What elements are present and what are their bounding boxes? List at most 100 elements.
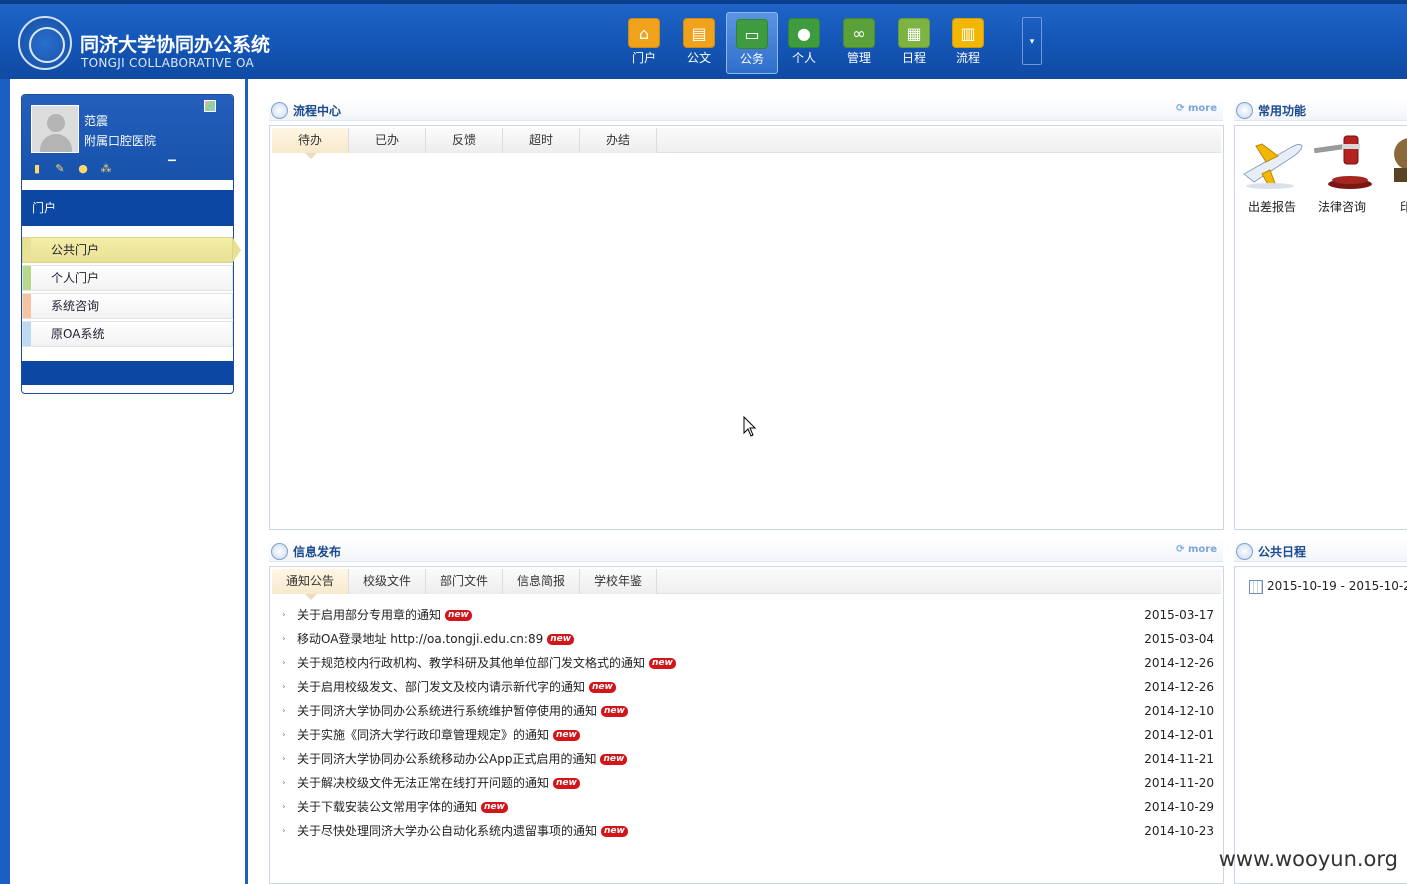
tab-completed[interactable]: 办结 <box>580 128 657 153</box>
tab-todo[interactable]: 待办 <box>272 128 349 159</box>
portal-section-title: 门户 <box>22 190 233 226</box>
sidebar-item-label: 公共门户 <box>51 243 100 257</box>
tab-notices[interactable]: 通知公告 <box>272 569 349 600</box>
home-icon: ⌂ <box>628 18 660 48</box>
avatar[interactable] <box>31 105 79 153</box>
notice-date: 2014-11-21 <box>1144 752 1214 766</box>
list-item[interactable]: › 关于尽快处理同济大学办公自动化系统内遗留事项的通知 new 2014-10-23 <box>282 819 1214 843</box>
nav-personal[interactable]: ● 个人 <box>778 12 830 74</box>
nav-more-dropdown[interactable]: ▾ <box>1022 17 1042 65</box>
new-badge: new <box>553 778 580 789</box>
function-label: 法律咨询 <box>1317 200 1366 214</box>
sidebar: 范震 附属口腔医院 ▮ ✎ ● ⁂ ▔ 门户 公共门户 个人门户 系统咨询 原O… <box>0 79 248 884</box>
theme-switch-icon[interactable] <box>204 100 216 112</box>
notice-date: 2015-03-04 <box>1144 632 1214 646</box>
nav-documents[interactable]: ▤ 公文 <box>673 12 725 74</box>
nav-workflow[interactable]: ▥ 流程 <box>942 12 994 74</box>
info-tabs: 通知公告 校级文件 部门文件 信息简报 学校年鉴 <box>272 569 1221 600</box>
functions-panel-title: 常用功能 <box>1258 104 1307 118</box>
notice-title[interactable]: 关于同济大学协同办公系统移动办公App正式启用的通知 <box>297 752 596 766</box>
notice-title[interactable]: 关于同济大学协同办公系统进行系统维护暂停使用的通知 <box>297 704 597 718</box>
sidebar-item-public-portal[interactable]: 公共门户 <box>22 237 241 263</box>
sidebar-item-personal-portal[interactable]: 个人门户 <box>22 265 233 291</box>
user-profile-card: 范震 附属口腔医院 ▮ ✎ ● ⁂ ▔ 门户 公共门户 个人门户 系统咨询 原O… <box>21 94 241 394</box>
calendar-icon <box>1249 579 1263 594</box>
notice-date: 2014-12-26 <box>1144 680 1214 694</box>
notice-date: 2014-12-10 <box>1144 704 1214 718</box>
book-icon[interactable]: ▮ <box>30 162 44 175</box>
function-travel-report[interactable]: 出差报告 <box>1237 130 1307 215</box>
note-edit-icon[interactable]: ✎ <box>53 162 67 175</box>
schedule-panel: 2015-10-19 - 2015-10-2 <box>1234 566 1407 884</box>
schedule-panel-header: 公共日程 <box>1234 540 1407 562</box>
new-badge: new <box>601 706 628 717</box>
info-more-link[interactable]: ⟳ more <box>1176 544 1217 555</box>
list-item[interactable]: › 关于启用部分专用章的通知 new 2015-03-17 <box>282 603 1214 627</box>
notice-title[interactable]: 关于尽快处理同济大学办公自动化系统内遗留事项的通知 <box>297 824 597 838</box>
chevron-down-icon: ▾ <box>1029 37 1035 47</box>
notice-date: 2014-12-26 <box>1144 656 1214 670</box>
list-item[interactable]: › 关于下载安装公文常用字体的通知 new 2014-10-29 <box>282 795 1214 819</box>
schedule-date-range: 2015-10-19 - 2015-10-2 <box>1267 579 1407 593</box>
top-header: 同济大学协同办公系统 TONGJI COLLABORATIVE OA ⌂ 门户 … <box>0 0 1407 79</box>
functions-panel: 出差报告 法律咨询 印鉴 <box>1234 125 1407 530</box>
profile-header: 范震 附属口腔医院 ▮ ✎ ● ⁂ ▔ <box>22 95 233 180</box>
list-item[interactable]: › 关于规范校内行政机构、教学科研及其他单位部门发文格式的通知 new 2014-12… <box>282 651 1214 675</box>
bullet-icon: › <box>282 778 286 788</box>
nav-official-affairs[interactable]: ▭ 公务 <box>726 12 778 74</box>
tab-briefings[interactable]: 信息简报 <box>503 569 580 594</box>
notice-title[interactable]: 关于下载安装公文常用字体的通知 <box>297 800 477 814</box>
tab-yearbook[interactable]: 学校年鉴 <box>580 569 657 594</box>
tab-done[interactable]: 已办 <box>349 128 426 153</box>
brand-subtitle: TONGJI COLLABORATIVE OA <box>81 56 255 70</box>
workflow-more-link[interactable]: ⟳ more <box>1176 103 1217 114</box>
list-item[interactable]: › 关于解决校级文件无法正常在线打开问题的通知 new 2014-11-20 <box>282 771 1214 795</box>
user-department: 附属口腔医院 <box>84 134 157 148</box>
new-badge: new <box>481 802 508 813</box>
bullet-icon: › <box>282 802 286 812</box>
logout-icon[interactable]: ▔ <box>168 161 176 172</box>
nav-management[interactable]: ∞ 管理 <box>833 12 885 74</box>
tab-overdue[interactable]: 超时 <box>503 128 580 153</box>
workflow-panel: 待办 已办 反馈 超时 办结 <box>269 125 1224 530</box>
list-item[interactable]: › 移动OA登录地址 http://oa.tongji.edu.cn:89 new 2… <box>282 627 1214 651</box>
new-badge: new <box>445 610 472 621</box>
functions-panel-header: 常用功能 <box>1234 99 1407 121</box>
lock-icon[interactable]: ● <box>76 162 90 175</box>
refresh-icon: ⟳ <box>1176 544 1188 555</box>
bullet-icon: › <box>282 826 286 836</box>
notice-title[interactable]: 关于实施《同济大学行政印章管理规定》的通知 <box>297 728 549 742</box>
schedule-entry[interactable]: 2015-10-19 - 2015-10-2 <box>1249 579 1407 594</box>
function-seal[interactable]: 印鉴 <box>1377 130 1407 215</box>
nav-portal[interactable]: ⌂ 门户 <box>618 12 670 74</box>
bar-chart-icon: ▥ <box>952 18 984 48</box>
function-legal-consult[interactable]: 法律咨询 <box>1307 130 1377 215</box>
sidebar-item-old-oa[interactable]: 原OA系统 <box>22 321 233 347</box>
list-item[interactable]: › 关于同济大学协同办公系统进行系统维护暂停使用的通知 new 2014-12-10 <box>282 699 1214 723</box>
university-logo-icon <box>18 16 72 70</box>
info-panel-title: 信息发布 <box>293 545 342 559</box>
notice-title[interactable]: 关于启用校级发文、部门发文及校内请示新代字的通知 <box>297 680 585 694</box>
tab-school-files[interactable]: 校级文件 <box>349 569 426 594</box>
bullet-icon: › <box>282 706 286 716</box>
notice-date: 2014-12-01 <box>1144 728 1214 742</box>
brand-title: 同济大学协同办公系统 <box>80 34 271 56</box>
tab-department-files[interactable]: 部门文件 <box>426 569 503 594</box>
notice-title[interactable]: 关于解决校级文件无法正常在线打开问题的通知 <box>297 776 549 790</box>
sidebar-item-system-consult[interactable]: 系统咨询 <box>22 293 233 319</box>
list-item[interactable]: › 关于同济大学协同办公系统移动办公App正式启用的通知 new 2014-11-21 <box>282 747 1214 771</box>
bullet-icon: › <box>282 754 286 764</box>
list-item[interactable]: › 关于启用校级发文、部门发文及校内请示新代字的通知 new 2014-12-26 <box>282 675 1214 699</box>
notice-title[interactable]: 移动OA登录地址 http://oa.tongji.edu.cn:89 <box>297 632 543 646</box>
org-chart-icon[interactable]: ⁂ <box>99 162 113 175</box>
document-icon: ▤ <box>683 18 715 48</box>
notice-list: › 关于启用部分专用章的通知 new 2015-03-17 › 移动OA登录地址 htt… <box>282 603 1214 843</box>
notice-title[interactable]: 关于规范校内行政机构、教学科研及其他单位部门发文格式的通知 <box>297 656 645 670</box>
nav-schedule[interactable]: ▦ 日程 <box>888 12 940 74</box>
list-item[interactable]: › 关于实施《同济大学行政印章管理规定》的通知 new 2014-12-01 <box>282 723 1214 747</box>
notice-title[interactable]: 关于启用部分专用章的通知 <box>297 608 441 622</box>
sidebar-item-label: 系统咨询 <box>51 299 100 313</box>
tab-feedback[interactable]: 反馈 <box>426 128 503 153</box>
watermark: www.wooyun.org <box>1218 847 1398 871</box>
new-badge: new <box>600 754 628 765</box>
